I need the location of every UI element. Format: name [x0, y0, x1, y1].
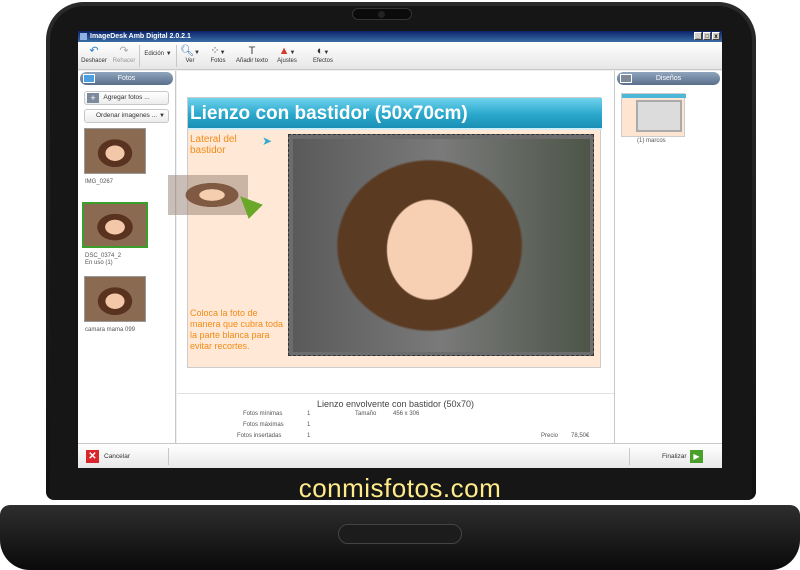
design-thumbnail-frame — [636, 100, 682, 132]
add-text-label: Añadir texto — [235, 58, 269, 64]
add-text-button[interactable]: T Añadir texto — [234, 44, 270, 68]
undo-label: Deshacer — [81, 58, 107, 64]
effects-menu[interactable]: ◐▼ Efectos — [306, 44, 340, 68]
arrow-right-icon: ➤ — [262, 134, 273, 148]
inserted-photos-value: 1 — [307, 433, 311, 439]
layout-icon — [620, 74, 632, 83]
edit-label: Edición — [144, 51, 165, 57]
undo-icon: ↶ — [89, 45, 99, 57]
finish-label: Finalizar — [662, 453, 687, 460]
view-label: Ver — [185, 58, 195, 64]
design-thumbnail-banner — [622, 94, 686, 98]
min-photos-label: Fotos mínimas — [243, 411, 283, 417]
close-icon: ✕ — [86, 450, 99, 463]
photo-caption: camara mama 099 — [85, 327, 136, 333]
designs-panel-title: Diseños — [655, 75, 682, 82]
designs-panel-header: Diseños — [617, 72, 720, 85]
photos-label: Fotos — [210, 58, 226, 64]
placement-hint: Coloca la foto de manera que cubra toda … — [190, 308, 284, 351]
side-label: Lateral del bastidor — [190, 134, 237, 156]
size-label: Tamaño — [355, 411, 377, 417]
photos-panel-header: Fotos — [80, 72, 173, 85]
min-photos-value: 1 — [307, 411, 311, 417]
brand-text: conmisfotos.com — [298, 473, 502, 503]
app-window: ImageDesk Amb Digital 2.0.2.1 _ □ x ↶ De… — [78, 31, 722, 468]
inserted-photos-label: Fotos insertadas — [237, 433, 282, 439]
chevron-down-icon: ▼ — [165, 51, 172, 57]
title-bar: ImageDesk Amb Digital 2.0.2.1 _ □ x — [78, 31, 722, 42]
plus-icon: + — [87, 93, 99, 103]
canvas-template: Lienzo con bastidor (50x70cm) Lateral de… — [168, 97, 602, 368]
footer-divider — [168, 448, 169, 465]
design-thumbnail[interactable] — [621, 93, 686, 137]
redo-icon: ↷ — [119, 45, 129, 57]
window-controls: _ □ x — [694, 32, 720, 40]
toolbar-divider — [139, 45, 140, 67]
photos-panel: Fotos + Agregar fotos ... Ordenar imagen… — [78, 71, 176, 443]
photo-thumbnail[interactable] — [84, 276, 146, 322]
adjust-menu[interactable]: ▲▼ Ajustes — [272, 44, 302, 68]
canvas-title: Lienzo con bastidor (50x70cm) — [188, 98, 602, 130]
footer-bar: ✕ Cancelar Finalizar ▶ — [78, 443, 722, 468]
maximize-button[interactable]: □ — [703, 32, 711, 40]
effects-icon: ◐▼ — [316, 45, 330, 57]
adjust-label: Ajustes — [277, 58, 297, 64]
photo-drop-area[interactable] — [288, 134, 594, 356]
sort-images-dropdown[interactable]: Ordenar imagenes ... ▼ — [84, 109, 169, 123]
dragged-photo[interactable] — [168, 175, 248, 215]
add-photos-label: Agregar fotos ... — [103, 94, 150, 101]
photo-status: En uso (1) — [85, 260, 113, 266]
adjust-icon: ▲▼ — [278, 45, 296, 57]
size-value: 456 x 306 — [393, 411, 420, 417]
magnifier-icon: 🔍︎▼ — [180, 45, 200, 57]
product-name: Lienzo envolvente con bastidor (50x70) — [316, 399, 475, 409]
product-info: Lienzo envolvente con bastidor (50x70) F… — [177, 393, 614, 443]
laptop-notch — [338, 524, 462, 544]
footer-divider — [629, 448, 630, 465]
close-button[interactable]: x — [712, 32, 720, 40]
photos-menu[interactable]: ⁘▼ Fotos — [204, 44, 232, 68]
window-title: ImageDesk Amb Digital 2.0.2.1 — [90, 33, 191, 40]
arrow-right-icon: ▶ — [690, 450, 703, 463]
toolbar-divider — [176, 45, 177, 67]
add-photos-button[interactable]: + Agregar fotos ... — [84, 91, 169, 105]
sort-images-label: Ordenar imagenes ... — [95, 112, 158, 119]
minimize-button[interactable]: _ — [694, 32, 702, 40]
price-label: Precio — [541, 433, 559, 439]
photos-grid-icon: ⁘▼ — [210, 45, 226, 57]
price-value: 78,50€ — [571, 433, 590, 439]
photos-panel-title: Fotos — [117, 75, 136, 82]
webcam — [352, 8, 412, 20]
redo-button[interactable]: ↷ Rehacer — [110, 44, 138, 68]
photo-icon — [83, 74, 95, 83]
photo-thumbnail[interactable] — [84, 128, 146, 174]
text-icon: T — [248, 45, 256, 57]
max-photos-value: 1 — [307, 422, 311, 428]
photo-caption: DSC_0374_2 — [85, 253, 122, 259]
chevron-down-icon: ▼ — [159, 113, 165, 119]
max-photos-label: Fotos máximas — [243, 422, 284, 428]
effects-label: Efectos — [312, 58, 333, 64]
cancel-label: Cancelar — [104, 453, 131, 460]
redo-label: Rehacer — [112, 58, 136, 64]
photo-thumbnail-selected[interactable] — [82, 202, 148, 248]
placed-photo[interactable] — [293, 139, 590, 352]
toolbar: ↶ Deshacer ↷ Rehacer Edición ▼ 🔍︎▼ Ver ⁘… — [78, 42, 722, 70]
app-icon — [80, 33, 87, 40]
view-menu[interactable]: 🔍︎▼ Ver — [178, 44, 202, 68]
designs-panel: Diseños (1) marcos — [614, 71, 722, 443]
design-caption: (1) marcos — [637, 138, 666, 144]
editor-area: Lienzo con bastidor (50x70cm) Lateral de… — [168, 71, 614, 393]
undo-button[interactable]: ↶ Deshacer — [80, 44, 108, 68]
photo-caption: IMG_0267 — [85, 179, 114, 185]
